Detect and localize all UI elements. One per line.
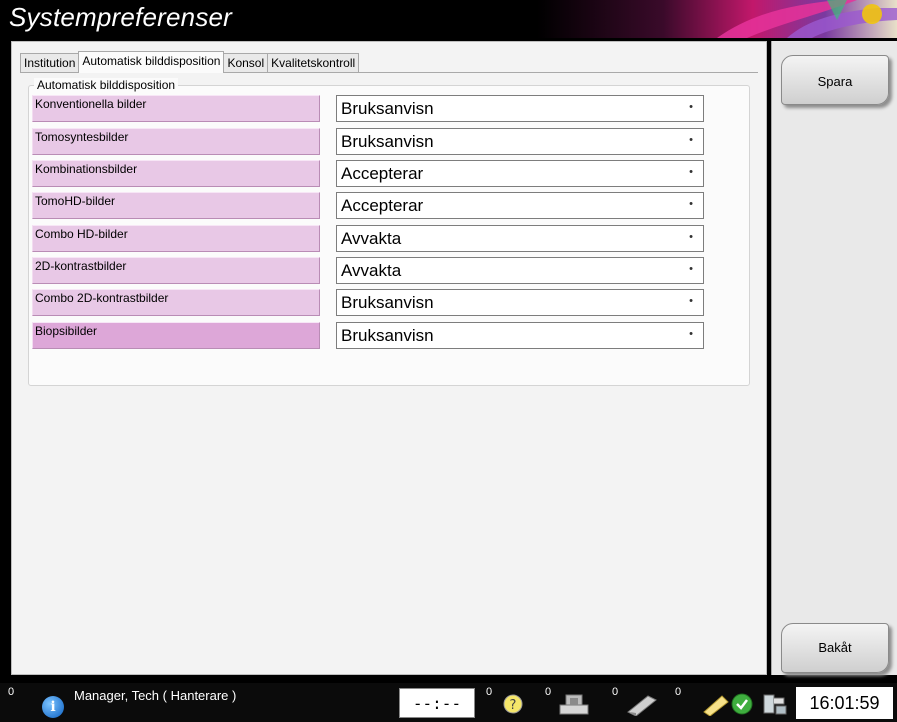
setting-row: Combo HD-bilder Avvakta • [32, 225, 704, 252]
setting-row: TomoHD-bilder Accepterar • [32, 192, 704, 219]
check-status-icon[interactable] [730, 692, 754, 716]
image-queue-icon[interactable] [556, 692, 592, 716]
timer-display: --:-- [399, 688, 475, 718]
status-bar: 0 i Manager, Tech ( Hanterare ) --:-- 0 … [0, 683, 897, 722]
setting-row: Tomosyntesbilder Bruksanvisn • [32, 128, 704, 155]
select-value: Avvakta [341, 261, 402, 280]
title-bar: Systempreferenser [0, 0, 897, 38]
setting-row: Konventionella bilder Bruksanvisn • [32, 95, 704, 122]
save-button[interactable]: Spara [781, 55, 889, 105]
disposition-select[interactable]: Bruksanvisn • [336, 289, 704, 316]
select-value: Accepterar [341, 164, 424, 183]
select-value: Bruksanvisn [341, 132, 434, 151]
setting-label: Combo HD-bilder [32, 225, 320, 252]
setting-label: 2D-kontrastbilder [32, 257, 320, 284]
disposition-select[interactable]: Accepterar • [336, 192, 704, 219]
current-user[interactable]: Manager, Tech ( Hanterare ) [74, 688, 236, 703]
alert-count: 0 [8, 686, 15, 698]
disposition-select[interactable]: Avvakta • [336, 257, 704, 284]
disposition-select[interactable]: Accepterar • [336, 160, 704, 187]
printer-icon[interactable] [624, 692, 660, 716]
dropdown-arrow-icon: • [689, 231, 693, 243]
device-icon[interactable] [758, 692, 790, 716]
note-icon[interactable] [700, 692, 730, 716]
setting-label: Konventionella bilder [32, 95, 320, 122]
setting-label: Combo 2D-kontrastbilder [32, 289, 320, 316]
setting-row: Combo 2D-kontrastbilder Bruksanvisn • [32, 289, 704, 316]
tab-institution[interactable]: Institution [20, 53, 80, 72]
dropdown-arrow-icon: • [689, 263, 693, 275]
back-button[interactable]: Bakåt [781, 623, 889, 673]
notes-count: 0 [675, 686, 682, 698]
info-icon[interactable]: i [42, 696, 64, 718]
setting-row: 2D-kontrastbilder Avvakta • [32, 257, 704, 284]
dropdown-arrow-icon: • [689, 328, 693, 340]
dropdown-arrow-icon: • [689, 295, 693, 307]
queue-count: 0 [545, 686, 552, 698]
select-value: Bruksanvisn [341, 326, 434, 345]
group-legend: Automatisk bilddisposition [34, 78, 179, 92]
dropdown-arrow-icon: • [689, 101, 693, 113]
window-title: Systempreferenser [9, 2, 233, 32]
setting-label: Biopsibilder [32, 322, 320, 349]
action-panel: Spara Bakåt [771, 41, 897, 675]
svg-text:?: ? [510, 698, 517, 713]
floral-decoration-image [537, 0, 897, 38]
tab-automatic-image-disposition[interactable]: Automatisk bilddisposition [78, 51, 225, 73]
tab-strip: Institution Automatisk bilddisposition K… [20, 51, 360, 73]
help-count: 0 [486, 686, 493, 698]
setting-label: Kombinationsbilder [32, 160, 320, 187]
select-value: Bruksanvisn [341, 293, 434, 312]
tab-console[interactable]: Konsol [223, 53, 269, 72]
print-count: 0 [612, 686, 619, 698]
disposition-select[interactable]: Bruksanvisn • [336, 128, 704, 155]
setting-label: Tomosyntesbilder [32, 128, 320, 155]
disposition-select[interactable]: Bruksanvisn • [336, 95, 704, 122]
setting-row: Kombinationsbilder Accepterar • [32, 160, 704, 187]
tab-quality-control[interactable]: Kvalitetskontroll [267, 53, 360, 72]
dropdown-arrow-icon: • [689, 134, 693, 146]
dropdown-arrow-icon: • [689, 198, 693, 210]
help-icon[interactable]: ? [500, 692, 526, 716]
clock-display: 16:01:59 [796, 687, 893, 719]
disposition-select[interactable]: Avvakta • [336, 225, 704, 252]
setting-row: Biopsibilder Bruksanvisn • [32, 322, 704, 349]
setting-label: TomoHD-bilder [32, 192, 320, 219]
disposition-select[interactable]: Bruksanvisn • [336, 322, 704, 349]
select-value: Accepterar [341, 196, 424, 215]
preferences-panel: Institution Automatisk bilddisposition K… [11, 41, 767, 675]
select-value: Avvakta [341, 229, 402, 248]
dropdown-arrow-icon: • [689, 166, 693, 178]
select-value: Bruksanvisn [341, 99, 434, 118]
